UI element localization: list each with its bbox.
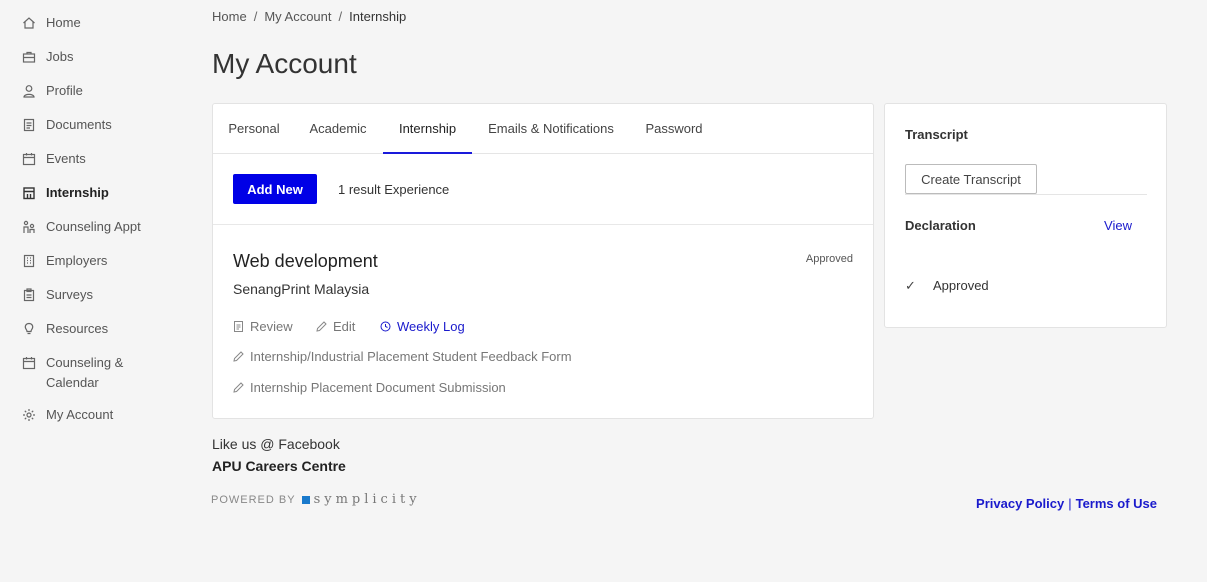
feedback-form-link[interactable]: Internship/Industrial Placement Student …	[233, 349, 572, 364]
weekly-log-link[interactable]: Weekly Log	[380, 319, 465, 334]
sidebar-item-label: Events	[46, 151, 86, 166]
sidebar-item-counseling-appt[interactable]: Counseling Appt	[22, 217, 156, 237]
result-count: 1 result Experience	[338, 182, 450, 197]
tab-password[interactable]: Password	[643, 104, 705, 154]
sidebar-item-label: Resources	[46, 321, 109, 336]
tab-academic[interactable]: Academic	[308, 104, 368, 154]
transcript-card: Transcript Create Transcript Declaration…	[884, 103, 1167, 328]
page-title: My Account	[212, 48, 357, 79]
weekly-log-label: Weekly Log	[397, 319, 465, 334]
sidebar-item-documents[interactable]: Documents	[22, 115, 156, 135]
add-new-button[interactable]: Add New	[233, 174, 317, 204]
transcript-label: Transcript	[905, 127, 968, 142]
experience-company: SenangPrint Malaysia	[233, 281, 370, 297]
legal-links: Privacy Policy | Terms of Use	[976, 496, 1157, 511]
review-link[interactable]: Review	[233, 319, 293, 334]
legal-separator: |	[1068, 496, 1072, 511]
sidebar-item-profile[interactable]: Profile	[22, 81, 156, 101]
sidebar-item-label: Counseling & Calendar	[46, 355, 124, 390]
sidebar-item-events[interactable]: Events	[22, 149, 156, 169]
divider	[905, 194, 1147, 195]
privacy-policy-link[interactable]: Privacy Policy	[976, 496, 1064, 511]
experience-title: Web development	[233, 251, 378, 271]
counseling-icon	[22, 220, 36, 234]
breadcrumb-separator: /	[253, 9, 258, 24]
pencil-icon	[233, 382, 244, 393]
breadcrumb-home[interactable]: Home	[212, 9, 247, 24]
symplicity-logo-icon	[301, 495, 310, 504]
sidebar-item-label: Employers	[46, 253, 108, 268]
sidebar-item-label: My Account	[46, 407, 114, 422]
pencil-icon	[233, 351, 244, 362]
powered-by-logo[interactable]: POWERED BY symplicity	[211, 492, 421, 507]
document-icon	[22, 118, 36, 132]
calendar-icon	[22, 356, 36, 370]
terms-of-use-link[interactable]: Terms of Use	[1076, 496, 1157, 511]
account-tabs: Personal Academic Internship Emails & No…	[213, 104, 873, 154]
review-label: Review	[250, 319, 293, 334]
status-badge: Approved	[805, 253, 853, 265]
view-declaration-link[interactable]: View	[1104, 218, 1132, 233]
edit-label: Edit	[333, 319, 356, 334]
document-icon	[234, 321, 243, 332]
sidebar-item-my-account[interactable]: My Account	[22, 405, 156, 425]
pencil-icon	[316, 321, 327, 332]
office-icon	[22, 254, 36, 268]
sidebar-item-counseling-calendar[interactable]: Counseling & Calendar	[22, 353, 156, 393]
feedback-form-label: Internship/Industrial Placement Student …	[250, 349, 572, 364]
internship-card: Personal Academic Internship Emails & No…	[212, 103, 874, 419]
create-transcript-button[interactable]: Create Transcript	[905, 164, 1037, 194]
divider	[213, 224, 873, 225]
home-icon	[22, 16, 36, 30]
edit-link[interactable]: Edit	[316, 319, 355, 334]
facebook-link[interactable]: Like us @ Facebook	[212, 436, 340, 452]
sidebar-item-label: Surveys	[46, 287, 93, 302]
user-icon	[22, 84, 36, 98]
declaration-label: Declaration	[905, 218, 976, 233]
lightbulb-icon	[22, 322, 36, 336]
sidebar-item-surveys[interactable]: Surveys	[22, 285, 156, 305]
gear-icon	[22, 408, 36, 422]
sidebar-item-resources[interactable]: Resources	[22, 319, 156, 339]
sidebar-item-home[interactable]: Home	[22, 13, 156, 33]
sidebar-item-label: Internship	[46, 185, 109, 200]
building-icon	[22, 186, 36, 200]
powered-by-text: POWERED BY	[211, 493, 296, 506]
breadcrumb-current: Internship	[349, 9, 407, 24]
briefcase-icon	[22, 50, 36, 64]
clock-icon	[380, 321, 391, 332]
calendar-icon	[22, 152, 36, 166]
declaration-status: Approved	[933, 278, 989, 293]
careers-centre-name: APU Careers Centre	[212, 458, 346, 474]
document-submission-link[interactable]: Internship Placement Document Submission	[233, 380, 506, 395]
sidebar-item-label: Home	[46, 15, 81, 30]
sidebar-item-label: Counseling Appt	[46, 219, 141, 234]
check-icon: ✓	[905, 278, 916, 293]
sidebar-item-label: Jobs	[46, 49, 74, 64]
sidebar-item-label: Profile	[46, 83, 83, 98]
breadcrumb: Home / My Account / Internship	[212, 9, 406, 24]
breadcrumb-my-account[interactable]: My Account	[264, 9, 331, 24]
brand-name: symplicity	[313, 492, 421, 507]
tab-internship[interactable]: Internship	[383, 104, 472, 154]
sidebar-item-internship[interactable]: Internship	[22, 183, 156, 203]
sidebar-item-label: Documents	[46, 117, 112, 132]
sidebar-item-employers[interactable]: Employers	[22, 251, 156, 271]
sidebar-item-jobs[interactable]: Jobs	[22, 47, 156, 67]
breadcrumb-separator: /	[338, 9, 343, 24]
document-submission-label: Internship Placement Document Submission	[250, 380, 506, 395]
tab-personal[interactable]: Personal	[228, 104, 280, 154]
tab-emails-notifications[interactable]: Emails & Notifications	[485, 104, 617, 154]
clipboard-icon	[22, 288, 36, 302]
